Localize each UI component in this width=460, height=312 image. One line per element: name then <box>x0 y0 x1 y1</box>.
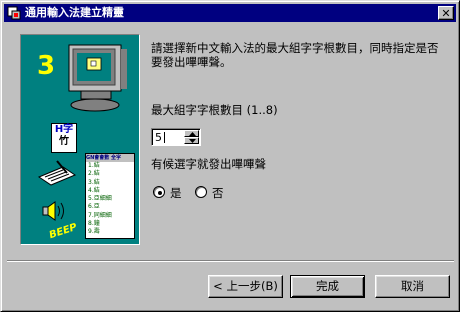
spin-down-button[interactable] <box>184 137 199 144</box>
computer-monitor-icon <box>68 44 127 112</box>
candidate-item: 4.結 <box>88 186 100 194</box>
speaker-icon <box>42 201 64 221</box>
max-roots-label: 最大組字字根數目 (1..8) <box>151 103 278 117</box>
close-button[interactable]: ✕ <box>438 6 454 20</box>
wizard-window: 通用輸入法建立精靈 ✕ 3 H字 竹 BEEP GN會會數 全字 1.結 2.結… <box>0 0 460 312</box>
separator <box>7 260 454 262</box>
arrow-down-icon <box>189 139 196 143</box>
window-title: 通用輸入法建立精靈 <box>25 6 124 19</box>
candidate-item: 3.結 <box>88 178 100 186</box>
wizard-illustration: 3 H字 竹 BEEP GN會會數 全字 1.結 2.結 3.結 4.結 5.亞… <box>20 34 140 245</box>
instruction-text: 請選擇新中文輸入法的最大組字字根數目，同時指定是否要發出嗶嗶聲。 <box>151 41 439 69</box>
candidate-item: 2.結 <box>88 170 100 178</box>
pencil-paper-icon <box>37 160 77 186</box>
spin-up-button[interactable] <box>184 130 199 137</box>
radio-no-label[interactable]: 否 <box>212 185 224 201</box>
candidate-list: GN會會數 全字 1.結 2.結 3.結 4.結 5.亞細細 6.亞 7.同細細 8.鐘 9.壽 <box>85 153 135 239</box>
beep-text: BEEP <box>47 221 79 242</box>
hanzi-icon: H字 竹 <box>51 123 77 153</box>
hanzi-bottom: 竹 <box>59 136 69 147</box>
step-number: 3 <box>37 51 56 81</box>
back-button[interactable]: < 上一步(B) <box>208 275 283 298</box>
finish-button[interactable]: 完成 <box>290 275 365 298</box>
candidate-item: 9.壽 <box>88 228 100 236</box>
radio-selected-dot <box>158 191 162 195</box>
radio-yes-label[interactable]: 是 <box>170 185 182 201</box>
app-icon <box>7 6 21 20</box>
max-roots-spinner[interactable]: 5 <box>151 128 201 146</box>
close-icon: ✕ <box>441 7 451 20</box>
candidate-item: 6.亞 <box>88 203 100 211</box>
radio-yes-circle[interactable] <box>153 186 165 198</box>
candidate-item: 7.同細細 <box>88 211 112 219</box>
text-caret <box>164 132 165 143</box>
candidate-item: 5.亞細細 <box>88 195 112 203</box>
candidate-list-header: GN會會數 全字 <box>86 154 134 162</box>
cancel-button[interactable]: 取消 <box>375 275 450 298</box>
max-roots-value[interactable]: 5 <box>155 131 162 144</box>
hanzi-sample: H字 <box>54 124 74 135</box>
beep-question: 有候選字就發出嗶嗶聲 <box>151 157 266 171</box>
title-bar: 通用輸入法建立精靈 ✕ <box>4 4 456 22</box>
radio-no-circle[interactable] <box>195 186 207 198</box>
arrow-up-icon <box>189 132 196 136</box>
